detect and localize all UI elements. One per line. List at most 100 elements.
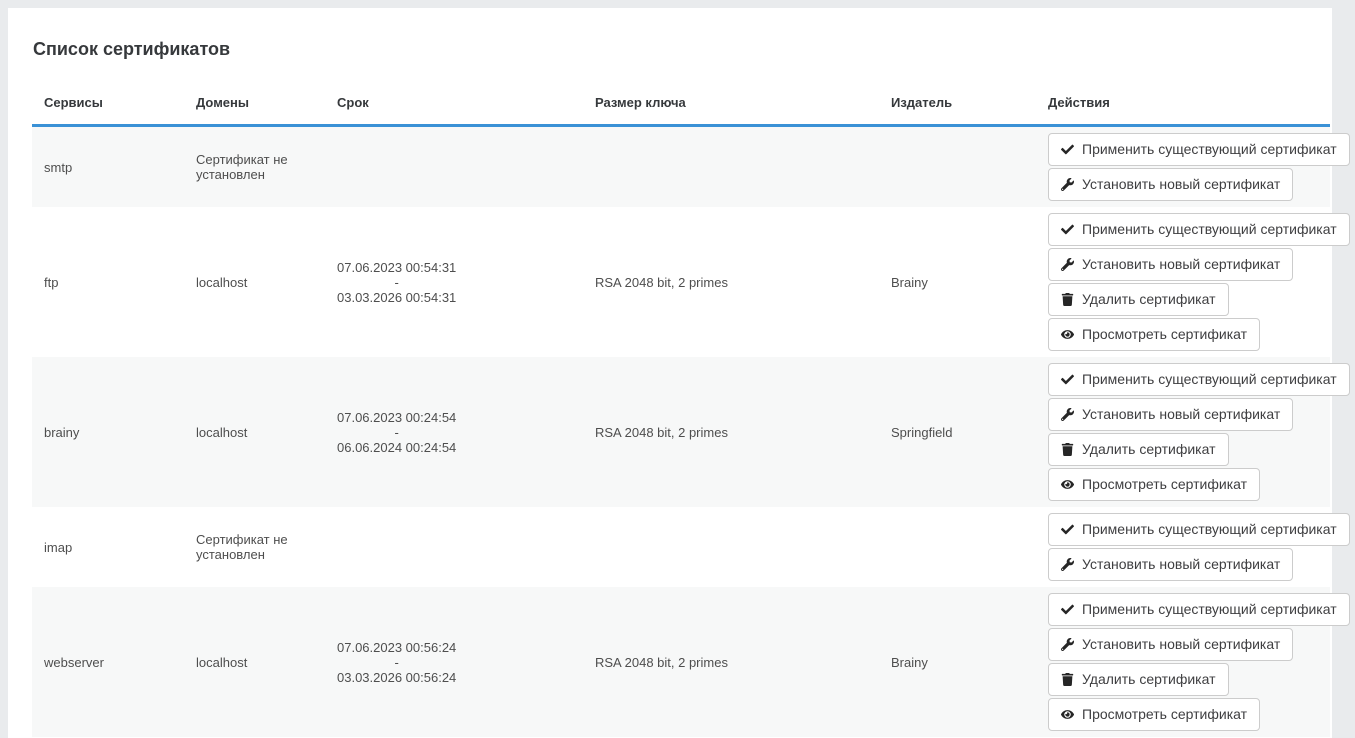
eye-icon [1061,328,1074,341]
keysize-value: RSA 2048 bit, 2 primes [595,425,728,440]
table-row: smtp Сертификат не установлен Применить … [32,126,1330,208]
view-certificate-button[interactable]: Просмотреть сертификат [1048,468,1260,501]
domain-value: Сертификат не установлен [196,532,288,562]
term-cell [325,507,583,587]
column-label: Домены [196,95,249,110]
column-header-issuer: Издатель [879,59,1036,126]
domain-cell: Сертификат не установлен [184,507,325,587]
term-to: 03.03.2026 00:56:24 [337,670,456,685]
install-certificate-button[interactable]: Установить новый сертификат [1048,398,1293,431]
term-from: 07.06.2023 00:24:54 [337,410,456,425]
service-value: smtp [44,160,72,175]
wrench-icon [1061,258,1074,271]
term-separator: - [337,275,456,290]
install-certificate-button[interactable]: Установить новый сертификат [1048,628,1293,661]
service-value: ftp [44,275,58,290]
service-value: imap [44,540,72,555]
issuer-cell [879,126,1036,208]
actions-cell: Применить существующий сертификат Устано… [1036,357,1330,507]
button-label: Удалить сертификат [1082,442,1216,457]
apply-certificate-button[interactable]: Применить существующий сертификат [1048,363,1350,396]
service-cell: webserver [32,587,184,737]
button-label: Просмотреть сертификат [1082,477,1247,492]
apply-certificate-button[interactable]: Применить существующий сертификат [1048,133,1350,166]
domain-cell: localhost [184,207,325,357]
issuer-cell: Brainy [879,587,1036,737]
button-label: Применить существующий сертификат [1082,142,1337,157]
install-certificate-button[interactable]: Установить новый сертификат [1048,248,1293,281]
button-label: Применить существующий сертификат [1082,522,1337,537]
keysize-value: RSA 2048 bit, 2 primes [595,655,728,670]
column-label: Издатель [891,95,952,110]
column-header-keysize: Размер ключа [583,59,879,126]
domain-cell: localhost [184,587,325,737]
issuer-cell: Springfield [879,357,1036,507]
check-icon [1061,603,1074,616]
eye-icon [1061,708,1074,721]
delete-certificate-button[interactable]: Удалить сертификат [1048,283,1229,316]
check-icon [1061,223,1074,236]
apply-certificate-button[interactable]: Применить существующий сертификат [1048,213,1350,246]
trash-icon [1061,443,1074,456]
issuer-cell [879,507,1036,587]
button-label: Установить новый сертификат [1082,407,1280,422]
term-cell: 07.06.2023 00:56:24 - 03.03.2026 00:56:2… [325,587,583,737]
wrench-icon [1061,178,1074,191]
term-separator: - [337,425,456,440]
keysize-cell [583,126,879,208]
domain-cell: localhost [184,357,325,507]
term-from: 07.06.2023 00:54:31 [337,260,456,275]
term-block: 07.06.2023 00:56:24 - 03.03.2026 00:56:2… [337,640,456,685]
check-icon [1061,523,1074,536]
button-label: Установить новый сертификат [1082,257,1280,272]
column-label: Сервисы [44,95,103,110]
page-title: Список сертификатов [33,39,1332,59]
term-cell [325,126,583,208]
certificates-table: Сервисы Домены Срок Размер ключа Издател… [32,59,1330,737]
keysize-value: RSA 2048 bit, 2 primes [595,275,728,290]
keysize-cell: RSA 2048 bit, 2 primes [583,587,879,737]
keysize-cell [583,507,879,587]
delete-certificate-button[interactable]: Удалить сертификат [1048,663,1229,696]
actions-cell: Применить существующий сертификат Устано… [1036,207,1330,357]
issuer-value: Brainy [891,275,928,290]
term-block: 07.06.2023 00:24:54 - 06.06.2024 00:24:5… [337,410,456,455]
table-row: webserver localhost 07.06.2023 00:56:24 … [32,587,1330,737]
view-certificate-button[interactable]: Просмотреть сертификат [1048,318,1260,351]
install-certificate-button[interactable]: Установить новый сертификат [1048,548,1293,581]
trash-icon [1061,673,1074,686]
button-label: Применить существующий сертификат [1082,602,1337,617]
actions-cell: Применить существующий сертификат Устано… [1036,127,1330,207]
apply-certificate-button[interactable]: Применить существующий сертификат [1048,513,1350,546]
service-cell: brainy [32,357,184,507]
domain-value: Сертификат не установлен [196,152,288,182]
install-certificate-button[interactable]: Установить новый сертификат [1048,168,1293,201]
delete-certificate-button[interactable]: Удалить сертификат [1048,433,1229,466]
term-cell: 07.06.2023 00:24:54 - 06.06.2024 00:24:5… [325,357,583,507]
table-row: ftp localhost 07.06.2023 00:54:31 - 03.0… [32,207,1330,357]
service-cell: imap [32,507,184,587]
column-label: Срок [337,95,369,110]
table-row: imap Сертификат не установлен Применить … [32,507,1330,587]
service-value: brainy [44,425,79,440]
check-icon [1061,373,1074,386]
button-label: Просмотреть сертификат [1082,707,1247,722]
term-block: 07.06.2023 00:54:31 - 03.03.2026 00:54:3… [337,260,456,305]
button-label: Просмотреть сертификат [1082,327,1247,342]
column-label: Действия [1048,95,1110,110]
wrench-icon [1061,558,1074,571]
issuer-value: Brainy [891,655,928,670]
content-card: Список сертификатов Сервисы Домены Срок … [8,8,1332,738]
eye-icon [1061,478,1074,491]
column-header-services: Сервисы [32,59,184,126]
term-cell: 07.06.2023 00:54:31 - 03.03.2026 00:54:3… [325,207,583,357]
table-row: brainy localhost 07.06.2023 00:24:54 - 0… [32,357,1330,507]
domain-cell: Сертификат не установлен [184,126,325,208]
service-cell: smtp [32,126,184,208]
view-certificate-button[interactable]: Просмотреть сертификат [1048,698,1260,731]
keysize-cell: RSA 2048 bit, 2 primes [583,357,879,507]
term-to: 03.03.2026 00:54:31 [337,290,456,305]
apply-certificate-button[interactable]: Применить существующий сертификат [1048,593,1350,626]
column-header-domains: Домены [184,59,325,126]
trash-icon [1061,293,1074,306]
